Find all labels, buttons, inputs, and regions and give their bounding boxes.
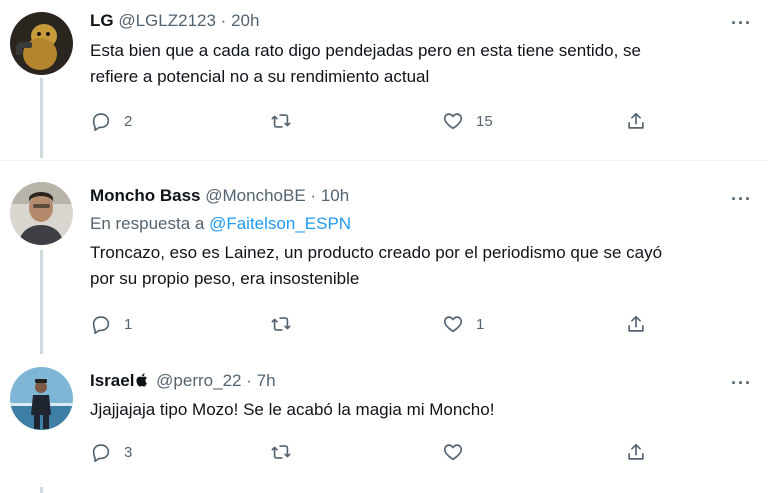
share-button[interactable] — [625, 440, 647, 464]
display-name[interactable]: Israel — [90, 371, 134, 390]
tweet-text: Jjajjajaja tipo Mozo! Se le acabó la mag… — [90, 397, 748, 423]
avatar[interactable] — [10, 182, 73, 245]
timestamp[interactable]: 7h — [257, 371, 276, 390]
tweet-text-line: Jjajjajaja tipo Mozo! Se le acabó la mag… — [90, 400, 495, 419]
user-handle[interactable]: @MonchoBE — [205, 186, 305, 205]
retweet-button[interactable] — [270, 312, 304, 336]
like-count: 1 — [476, 315, 485, 333]
reply-icon — [92, 444, 110, 462]
tweet[interactable]: Israel @perro_22 · 7h ··· Jjajjajaja tip… — [0, 357, 768, 493]
share-button[interactable] — [625, 312, 647, 336]
user-handle[interactable]: @perro_22 — [156, 371, 241, 390]
retweet-button[interactable] — [270, 440, 304, 464]
thread-line — [40, 487, 43, 493]
more-options-button[interactable]: ··· — [731, 190, 752, 208]
user-handle[interactable]: @LGLZ2123 — [118, 11, 216, 30]
avatar[interactable] — [10, 367, 73, 430]
retweet-icon — [271, 114, 291, 128]
tweet-actions: 2 15 — [90, 109, 650, 133]
timestamp[interactable]: 20h — [231, 11, 259, 30]
tweet[interactable]: Moncho Bass @MonchoBE · 10h ··· En respu… — [0, 168, 768, 354]
reply-icon — [92, 316, 110, 334]
avatar[interactable] — [10, 12, 73, 75]
thread-line — [40, 250, 43, 354]
thread-line — [40, 78, 43, 158]
tweet-text-line: refiere a potencial no a su rendimiento … — [90, 67, 430, 86]
more-options-button[interactable]: ··· — [731, 374, 752, 392]
tweet-text-line: Esta bien que a cada rato digo pendejada… — [90, 41, 642, 60]
reply-button[interactable]: 2 — [90, 109, 132, 133]
heart-icon — [443, 444, 463, 461]
retweet-icon — [271, 317, 291, 331]
tweet-text: Esta bien que a cada rato digo pendejada… — [90, 38, 748, 90]
replying-to-link[interactable]: @Faitelson_ESPN — [209, 214, 351, 233]
tweet-divider — [0, 160, 768, 161]
reply-count: 3 — [124, 443, 133, 461]
separator-dot: · — [310, 186, 317, 205]
share-icon — [628, 315, 644, 332]
separator-dot: · — [246, 371, 252, 390]
share-icon — [628, 112, 644, 129]
tweet-header: Moncho Bass @MonchoBE · 10h — [90, 186, 349, 206]
like-button[interactable] — [442, 440, 476, 464]
apple-icon — [136, 373, 148, 387]
like-button[interactable]: 1 — [442, 312, 484, 336]
tweet-text-line: Troncazo, eso es Lainez, un producto cre… — [90, 243, 663, 262]
more-options-button[interactable]: ··· — [731, 14, 752, 32]
display-name[interactable]: Moncho Bass — [90, 186, 201, 205]
tweet-actions: 3 — [90, 440, 650, 464]
like-count: 15 — [476, 112, 493, 130]
tweet-header: LG @LGLZ2123 · 20h — [90, 11, 259, 31]
share-icon — [628, 443, 644, 460]
reply-button[interactable]: 3 — [90, 440, 132, 464]
replying-to-label: En respuesta a — [90, 214, 210, 233]
separator-dot: · — [220, 11, 227, 30]
timestamp[interactable]: 10h — [321, 186, 349, 205]
tweet-header: Israel @perro_22 · 7h — [90, 371, 276, 391]
retweet-button[interactable] — [270, 109, 304, 133]
heart-icon — [443, 113, 463, 130]
heart-icon — [443, 316, 463, 333]
reply-count: 2 — [124, 112, 133, 130]
reply-count: 1 — [124, 315, 133, 333]
tweet[interactable]: LG @LGLZ2123 · 20h ··· Esta bien que a c… — [0, 0, 768, 158]
tweet-actions: 1 1 — [90, 312, 650, 336]
tweet-text: Troncazo, eso es Lainez, un producto cre… — [90, 240, 748, 292]
replying-to: En respuesta a @Faitelson_ESPN — [90, 214, 351, 234]
retweet-icon — [271, 445, 291, 459]
reply-icon — [92, 113, 110, 131]
share-button[interactable] — [625, 109, 647, 133]
like-button[interactable]: 15 — [442, 109, 493, 133]
display-name[interactable]: LG — [90, 11, 114, 30]
reply-button[interactable]: 1 — [90, 312, 132, 336]
tweet-text-line: por su propio peso, era insostenible — [90, 269, 360, 288]
